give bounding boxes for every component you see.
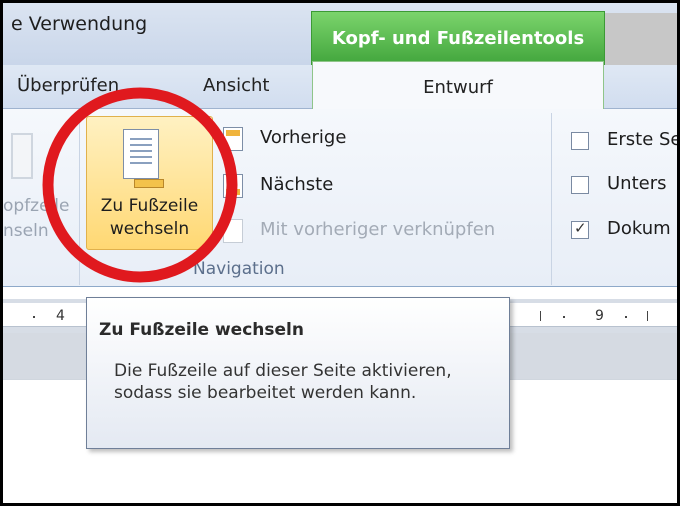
checkmark-icon: ✓ xyxy=(574,219,587,237)
option-label: Dokum xyxy=(607,218,671,239)
option-label: Erste Se xyxy=(607,129,680,150)
tab-entwurf[interactable]: Entwurf xyxy=(312,61,604,111)
next-section-icon xyxy=(223,174,243,198)
goto-footer-label-2: wechseln xyxy=(109,219,190,239)
next-label: Nächste xyxy=(260,174,334,195)
ruler-dot xyxy=(625,316,627,318)
option-label: Unters xyxy=(607,173,667,194)
link-to-previous-icon xyxy=(223,219,243,243)
header-page-icon xyxy=(11,133,33,179)
group-label-navigation: Navigation xyxy=(193,259,285,279)
ruler-number: 4 xyxy=(56,308,65,324)
screenshot-frame: e Verwendung Kopf- und Fußzeilentools Üb… xyxy=(0,0,680,506)
faded-button-label-2: nseln xyxy=(3,221,49,241)
group-separator xyxy=(551,113,552,285)
faded-button-label-1: opfzeile xyxy=(3,196,70,216)
previous-label: Vorherige xyxy=(260,127,347,148)
tooltip-title: Zu Fußzeile wechseln xyxy=(99,320,304,340)
goto-footer-button[interactable]: Zu Fußzeile wechseln xyxy=(86,116,213,250)
goto-footer-label-1: Zu Fußzeile xyxy=(100,196,199,216)
window-title: e Verwendung xyxy=(11,13,148,35)
footer-page-icon xyxy=(123,129,164,188)
tooltip: Zu Fußzeile wechseln Die Fußzeile auf di… xyxy=(86,297,510,449)
contextual-tab-header: Kopf- und Fußzeilentools xyxy=(311,11,605,67)
link-to-previous-label: Mit vorheriger verknüpfen xyxy=(260,219,496,240)
tab-ueberpruefen[interactable]: Überprüfen xyxy=(17,75,119,96)
checkbox[interactable] xyxy=(571,132,589,150)
checkbox[interactable] xyxy=(571,176,589,194)
ruler-tick xyxy=(647,311,648,321)
tooltip-body: Die Fußzeile auf dieser Seite aktivieren… xyxy=(114,361,452,403)
ruler-dot xyxy=(33,316,35,318)
tab-ansicht[interactable]: Ansicht xyxy=(203,75,269,96)
contextual-tab-title: Kopf- und Fußzeilentools xyxy=(331,28,585,49)
group-separator xyxy=(79,113,80,285)
ruler-number: 9 xyxy=(595,308,604,324)
previous-section-icon xyxy=(223,127,243,151)
ruler-dot xyxy=(563,316,565,318)
ruler-tick xyxy=(540,311,541,321)
title-bar-right-area xyxy=(605,13,677,65)
checkbox-checked[interactable]: ✓ xyxy=(571,219,589,239)
